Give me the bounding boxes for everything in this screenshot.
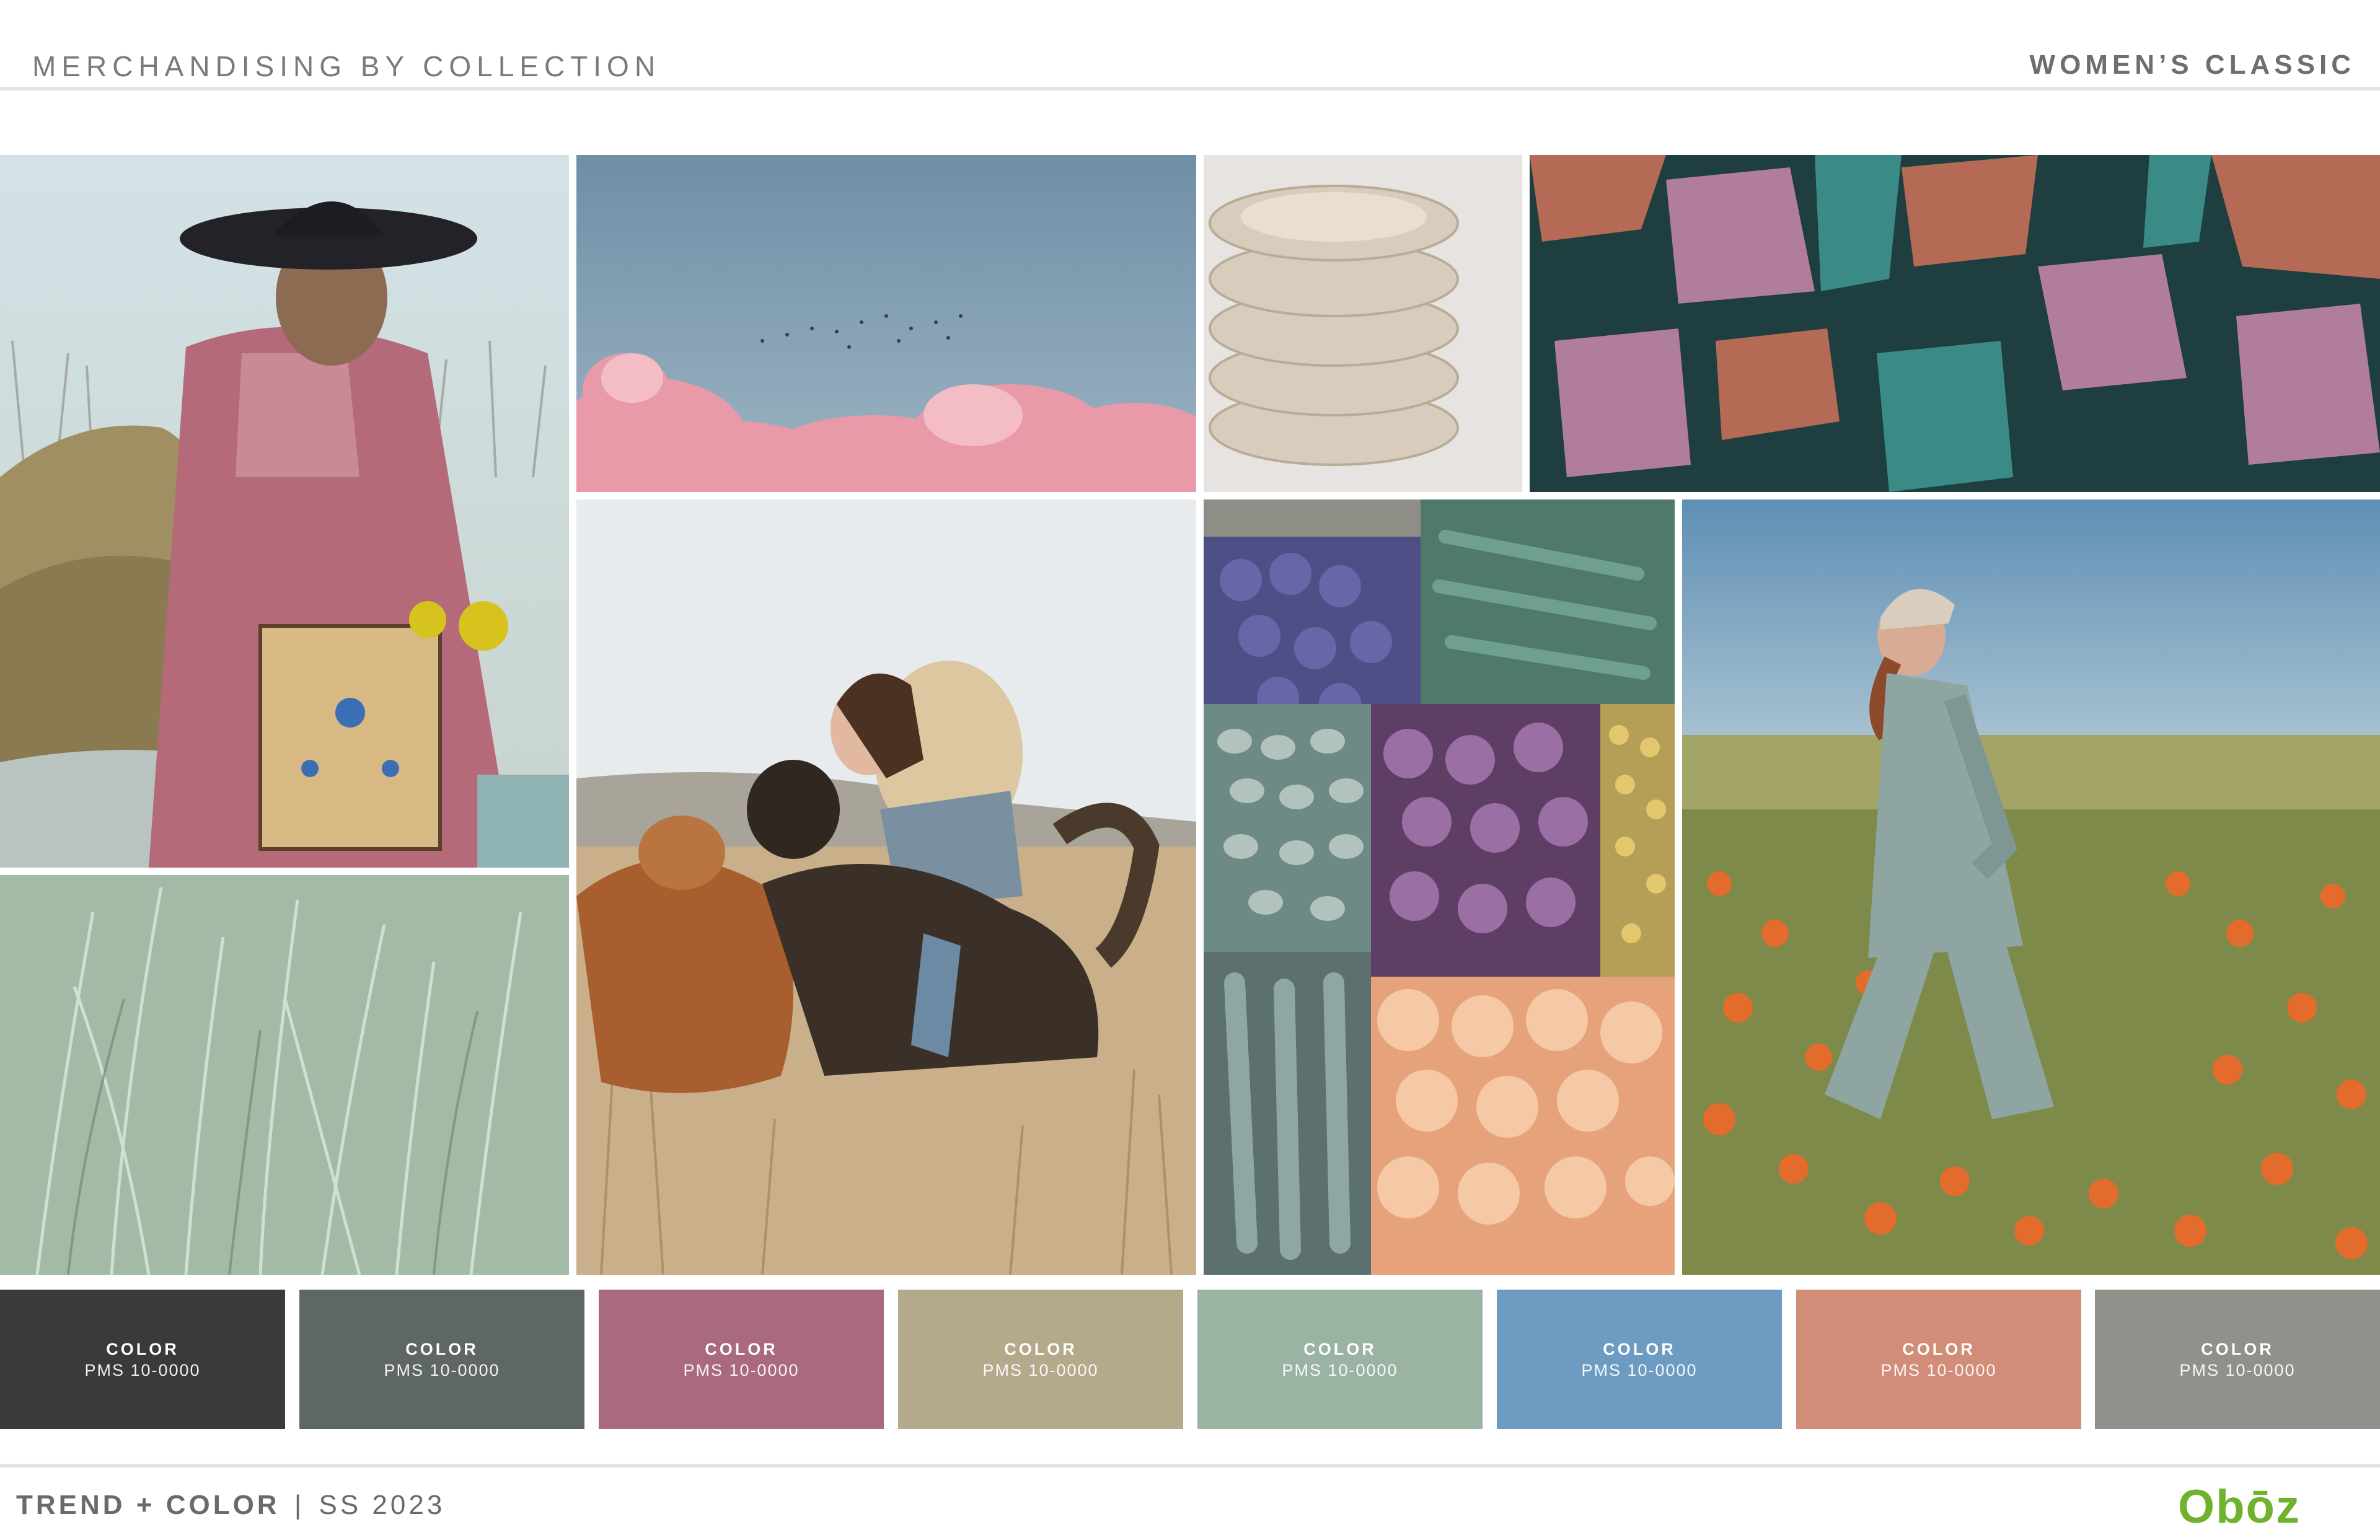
grass-dew-photo	[0, 875, 569, 1275]
trend-label: TREND + COLOR	[16, 1490, 280, 1520]
color-swatch-5: COLOR PMS 10-0000	[1197, 1290, 1483, 1429]
color-swatch-3: COLOR PMS 10-0000	[599, 1290, 884, 1429]
swatch-name: COLOR	[2201, 1339, 2274, 1358]
swatch-name: COLOR	[1004, 1339, 1077, 1358]
pink-clouds-birds-photo-img	[576, 155, 1196, 492]
swatch-code: PMS 10-0000	[982, 1360, 1099, 1379]
color-swatch-2: COLOR PMS 10-0000	[299, 1290, 584, 1429]
woman-in-poppy-field-photo	[1682, 499, 2380, 1275]
header-divider	[0, 87, 2380, 90]
swatch-name: COLOR	[705, 1339, 778, 1358]
collection-title: MERCHANDISING BY COLLECTION	[32, 50, 661, 82]
footer-divider	[0, 1464, 2380, 1467]
swatch-name: COLOR	[106, 1339, 179, 1358]
swatch-code: PMS 10-0000	[683, 1360, 800, 1379]
swatch-code: PMS 10-0000	[84, 1360, 201, 1379]
teal-pink-rock-photo	[1530, 155, 2380, 492]
swatch-code: PMS 10-0000	[1880, 1360, 1997, 1379]
colored-food-blocks-photo	[1204, 499, 1675, 1275]
color-swatch-8: COLOR PMS 10-0000	[2095, 1290, 2380, 1429]
woman-in-pink-jacket-photo	[0, 155, 569, 868]
swatch-code: PMS 10-0000	[384, 1360, 500, 1379]
oboz-logo: Obōz	[2178, 1481, 2301, 1533]
footer-separator: |	[294, 1490, 305, 1520]
stacked-plates-photo	[1204, 155, 1522, 492]
season-label: SS 2023	[319, 1490, 446, 1520]
swatch-name: COLOR	[1603, 1339, 1676, 1358]
color-swatch-4: COLOR PMS 10-0000	[898, 1290, 1183, 1429]
swatch-name: COLOR	[405, 1339, 478, 1358]
girl-with-dogs-photo	[576, 499, 1196, 1275]
swatch-name: COLOR	[1902, 1339, 1975, 1358]
swatch-code: PMS 10-0000	[1581, 1360, 1698, 1379]
color-swatch-7: COLOR PMS 10-0000	[1796, 1290, 2081, 1429]
swatch-code: PMS 10-0000	[2179, 1360, 2296, 1379]
category-title: WOMEN’S CLASSIC	[2029, 50, 2355, 80]
swatch-code: PMS 10-0000	[1282, 1360, 1398, 1379]
color-swatch-1: COLOR PMS 10-0000	[0, 1290, 285, 1429]
color-swatch-6: COLOR PMS 10-0000	[1497, 1290, 1782, 1429]
swatch-name: COLOR	[1303, 1339, 1377, 1358]
footer-label: TREND + COLOR | SS 2023	[16, 1490, 445, 1521]
